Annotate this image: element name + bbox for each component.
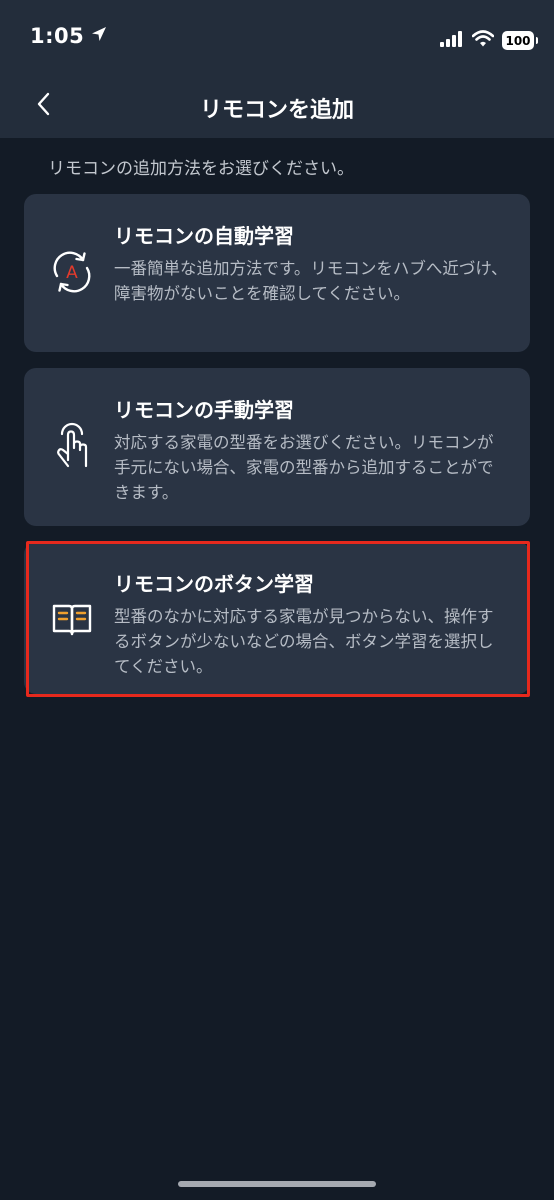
option-description: 対応する家電の型番をお選びください。リモコンが手元にない場合、家電の型番から追加… xyxy=(114,433,494,502)
home-indicator[interactable] xyxy=(178,1181,376,1187)
auto-learn-icon: A xyxy=(46,246,98,298)
cellular-signal-icon xyxy=(440,30,464,51)
option-description: 型番のなかに対応する家電が見つからない、操作するボタンが少ないなどの場合、ボタン… xyxy=(114,607,494,676)
nav-bar: リモコンを追加 xyxy=(0,80,554,138)
header: 1:05 100 リモコンを追加 xyxy=(0,0,554,138)
option-manual-learn[interactable]: リモコンの手動学習 対応する家電の型番をお選びください。リモコンが手元にない場合… xyxy=(24,368,530,526)
option-title: リモコンの自動学習 xyxy=(114,224,294,248)
touch-hand-icon xyxy=(46,420,98,472)
option-button-learn[interactable]: リモコンのボタン学習 型番のなかに対応する家電が見つからない、操作するボタンが少… xyxy=(24,542,530,694)
battery-indicator: 100 xyxy=(502,31,538,50)
status-time: 1:05 xyxy=(30,24,85,48)
instruction-text: リモコンの追加方法をお選びください。 xyxy=(48,159,354,179)
page-title: リモコンを追加 xyxy=(199,98,354,123)
option-title: リモコンの手動学習 xyxy=(114,398,294,422)
open-book-icon xyxy=(46,594,98,646)
wifi-icon xyxy=(471,30,495,51)
status-indicators: 100 xyxy=(440,30,538,51)
status-bar: 1:05 100 xyxy=(0,0,554,80)
option-auto-learn[interactable]: A リモコンの自動学習 一番簡単な追加方法です。リモコンをハブへ近づけ、障害物が… xyxy=(24,194,530,352)
option-description: 一番簡単な追加方法です。リモコンをハブへ近づけ、障害物がないことを確認してくださ… xyxy=(114,259,508,303)
location-arrow-icon xyxy=(90,25,108,47)
option-title: リモコンのボタン学習 xyxy=(114,572,314,596)
status-time-group: 1:05 xyxy=(30,24,108,48)
svg-text:A: A xyxy=(66,263,78,283)
